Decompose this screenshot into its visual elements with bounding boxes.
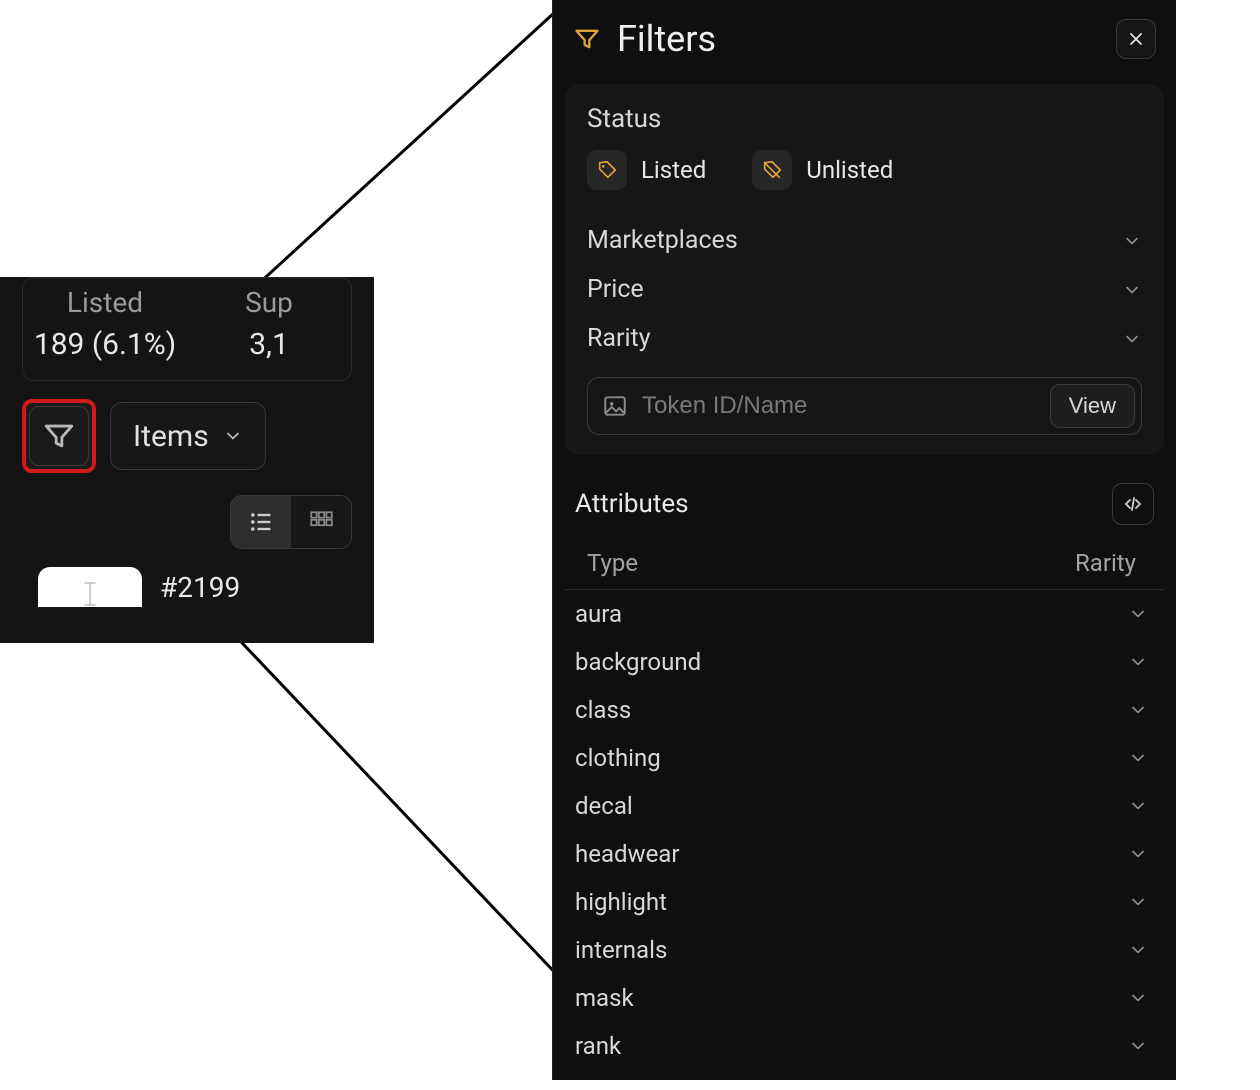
col-rarity: Rarity (1075, 549, 1136, 577)
attributes-table-head: Type Rarity (565, 539, 1164, 590)
chevron-down-icon (1128, 796, 1148, 816)
attributes-title: Attributes (575, 489, 689, 519)
attributes-header: Attributes (553, 455, 1176, 539)
attribute-row-clothing[interactable]: clothing (565, 734, 1164, 782)
chevron-down-icon (1122, 329, 1142, 349)
attribute-label: class (575, 696, 631, 724)
attribute-row-headwear[interactable]: headwear (565, 830, 1164, 878)
attribute-label: rank (575, 1032, 621, 1060)
filter-toggle-highlight (22, 399, 96, 473)
view-toggle-row (0, 473, 374, 549)
items-dropdown-label: Items (133, 419, 209, 454)
tag-icon (596, 159, 618, 181)
attribute-row-highlight[interactable]: highlight (565, 878, 1164, 926)
code-button[interactable] (1112, 483, 1154, 525)
close-icon (1126, 29, 1146, 49)
view-toggle (230, 495, 352, 549)
chevron-down-icon (1128, 892, 1148, 912)
token-id-input[interactable] (642, 392, 1036, 420)
attribute-row-internals[interactable]: internals (565, 926, 1164, 974)
chevron-down-icon (1128, 1036, 1148, 1056)
section-price[interactable]: Price (587, 265, 1142, 314)
image-icon (602, 393, 628, 419)
filter-icon (573, 25, 601, 53)
chevron-down-icon (1128, 604, 1148, 624)
stat-label: Listed (23, 286, 187, 319)
status-label: Listed (641, 156, 706, 184)
chevron-down-icon (1128, 844, 1148, 864)
status-label: Unlisted (806, 156, 893, 184)
col-type: Type (587, 549, 638, 577)
filter-toggle-button[interactable] (29, 406, 89, 466)
attribute-row-mask[interactable]: mask (565, 974, 1164, 1022)
attribute-label: highlight (575, 888, 667, 916)
attribute-label: internals (575, 936, 667, 964)
chevron-down-icon (1128, 700, 1148, 720)
section-label: Price (587, 275, 644, 304)
status-section-label: Status (587, 104, 1142, 134)
attribute-label: decal (575, 792, 633, 820)
item-row[interactable]: #2199 (0, 549, 374, 607)
items-dropdown[interactable]: Items (110, 402, 266, 470)
filters-title: Filters (617, 18, 716, 60)
token-search-row: View (587, 377, 1142, 435)
collection-preview-panel: Listed 189 (6.1%) Sup 3,1 Items (0, 277, 374, 643)
close-button[interactable] (1116, 19, 1156, 59)
stat-listed: Listed 189 (6.1%) (23, 286, 187, 362)
chevron-down-icon (1128, 652, 1148, 672)
stats-row: Listed 189 (6.1%) Sup 3,1 (22, 277, 352, 381)
attribute-row-decal[interactable]: decal (565, 782, 1164, 830)
attribute-row-aura[interactable]: aura (565, 590, 1164, 638)
section-label: Rarity (587, 324, 651, 353)
attribute-row-rank[interactable]: rank (565, 1022, 1164, 1070)
attributes-list: aura background class clothing decal headwear… (565, 590, 1164, 1070)
chevron-down-icon (1128, 748, 1148, 768)
attribute-label: mask (575, 984, 634, 1012)
status-unlisted[interactable]: Unlisted (752, 150, 893, 190)
attribute-label: clothing (575, 744, 661, 772)
code-icon (1121, 492, 1145, 516)
item-thumbnail (38, 567, 142, 607)
section-marketplaces[interactable]: Marketplaces (587, 216, 1142, 265)
list-view-button[interactable] (231, 496, 291, 548)
chevron-down-icon (1122, 231, 1142, 251)
status-row: Listed Unlisted (587, 150, 1142, 190)
controls-row: Items (0, 399, 374, 473)
grid-icon (308, 509, 334, 535)
attribute-row-background[interactable]: background (565, 638, 1164, 686)
attribute-label: background (575, 648, 701, 676)
section-rarity[interactable]: Rarity (587, 314, 1142, 363)
cursor-caret-icon (81, 581, 99, 607)
filter-icon (42, 419, 76, 453)
chevron-down-icon (1128, 940, 1148, 960)
chevron-down-icon (223, 426, 243, 446)
filters-body: Status Listed Unlisted (565, 84, 1164, 455)
grid-view-button[interactable] (291, 496, 351, 548)
stat-label: Sup (187, 286, 351, 319)
chevron-down-icon (1122, 280, 1142, 300)
list-icon (247, 508, 275, 536)
view-button[interactable]: View (1050, 384, 1135, 428)
stat-supply: Sup 3,1 (187, 286, 351, 362)
stat-value: 189 (6.1%) (23, 327, 187, 362)
attribute-label: headwear (575, 840, 679, 868)
stat-value: 3,1 (187, 327, 351, 362)
tag-off-icon (761, 159, 783, 181)
section-label: Marketplaces (587, 226, 738, 255)
attribute-label: aura (575, 600, 622, 628)
item-id-label: #2199 (160, 571, 240, 604)
filters-header: Filters (553, 0, 1176, 84)
chevron-down-icon (1128, 988, 1148, 1008)
filters-panel: Filters Status Listed (552, 0, 1176, 1080)
status-listed[interactable]: Listed (587, 150, 706, 190)
attribute-row-class[interactable]: class (565, 686, 1164, 734)
